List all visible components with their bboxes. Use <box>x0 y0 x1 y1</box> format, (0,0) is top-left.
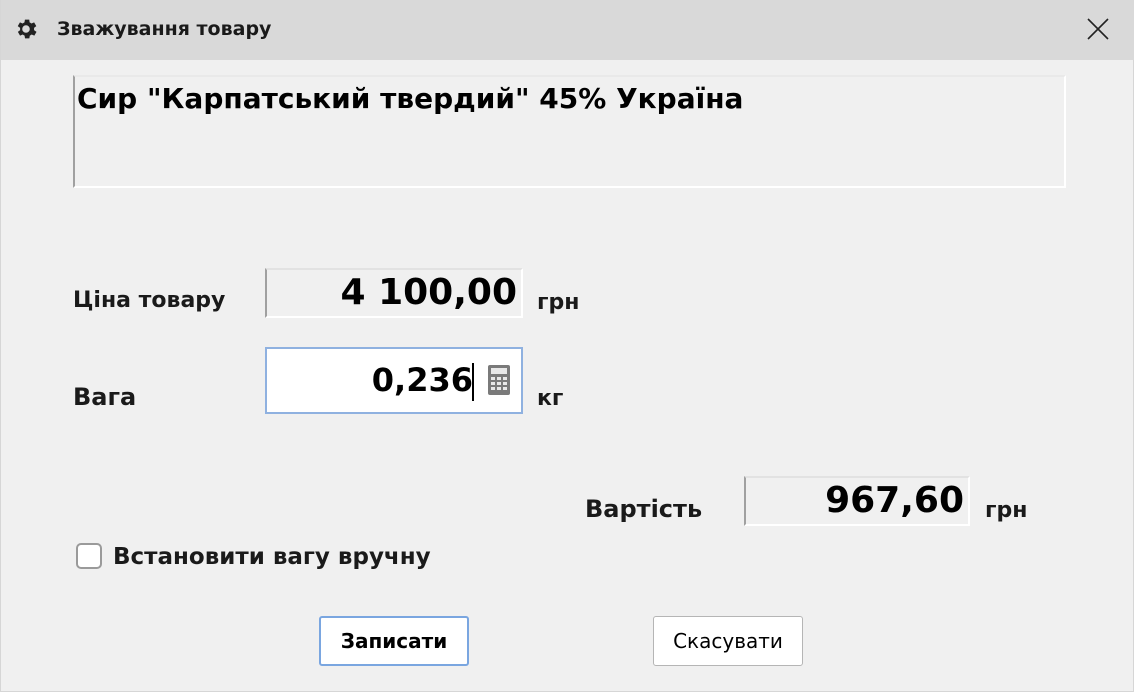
total-unit: грн <box>985 498 1028 523</box>
calculator-icon[interactable] <box>487 364 511 396</box>
weight-value: 0,236 <box>371 361 473 399</box>
price-value: 4 100,00 <box>340 272 517 313</box>
weight-unit: кг <box>537 386 564 411</box>
weight-label: Вага <box>73 383 137 411</box>
price-field: 4 100,00 <box>265 268 523 318</box>
product-name-box: Сир "Карпатський твердий" 45% Україна <box>73 75 1066 188</box>
product-name: Сир "Карпатський твердий" 45% Україна <box>77 82 744 115</box>
save-button[interactable]: Записати <box>319 616 469 666</box>
manual-weight-label[interactable]: Встановити вагу вручну <box>113 542 431 572</box>
gear-icon <box>17 19 37 39</box>
price-label: Ціна товару <box>73 288 226 313</box>
total-label: Вартість <box>585 495 703 523</box>
price-unit: грн <box>537 290 580 315</box>
cancel-button[interactable]: Скасувати <box>653 616 803 666</box>
text-caret <box>472 363 474 401</box>
total-field: 967,60 <box>744 476 970 526</box>
window-title: Зважування товару <box>57 18 272 40</box>
weight-input[interactable]: 0,236 <box>265 347 523 414</box>
manual-weight-checkbox[interactable] <box>76 543 102 569</box>
close-icon[interactable] <box>1081 12 1115 46</box>
title-bar: Зважування товару <box>1 0 1134 60</box>
total-value: 967,60 <box>825 480 964 521</box>
weighing-dialog: Зважування товару Сир "Карпатський тверд… <box>0 0 1134 692</box>
